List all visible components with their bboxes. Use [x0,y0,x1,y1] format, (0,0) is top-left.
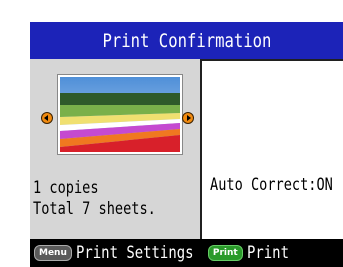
print-confirmation-screen: Print Confirmation Auto Correct:ON 1 cop… [30,22,343,267]
arrow-right-icon[interactable] [183,113,193,123]
auto-correct-status: Auto Correct:ON [210,175,333,195]
print-settings-label: Print Settings [75,243,194,263]
print-button[interactable]: Print [207,245,243,261]
settings-panel: Auto Correct:ON [200,59,343,240]
footer-bar: Menu Print Settings Print Print [30,239,343,267]
title-bar: Print Confirmation [30,22,343,59]
total-sheets: Total 7 sheets. [33,199,156,219]
photo-preview-area [36,69,201,159]
photo-thumbnail [58,75,182,154]
menu-button[interactable]: Menu [34,245,72,261]
print-label: Print [246,243,289,263]
page-title: Print Confirmation [102,29,271,52]
arrow-left-icon[interactable] [42,113,52,123]
print-info: 1 copies Total 7 sheets. [33,178,187,220]
copies-count: 1 copies [33,178,99,198]
